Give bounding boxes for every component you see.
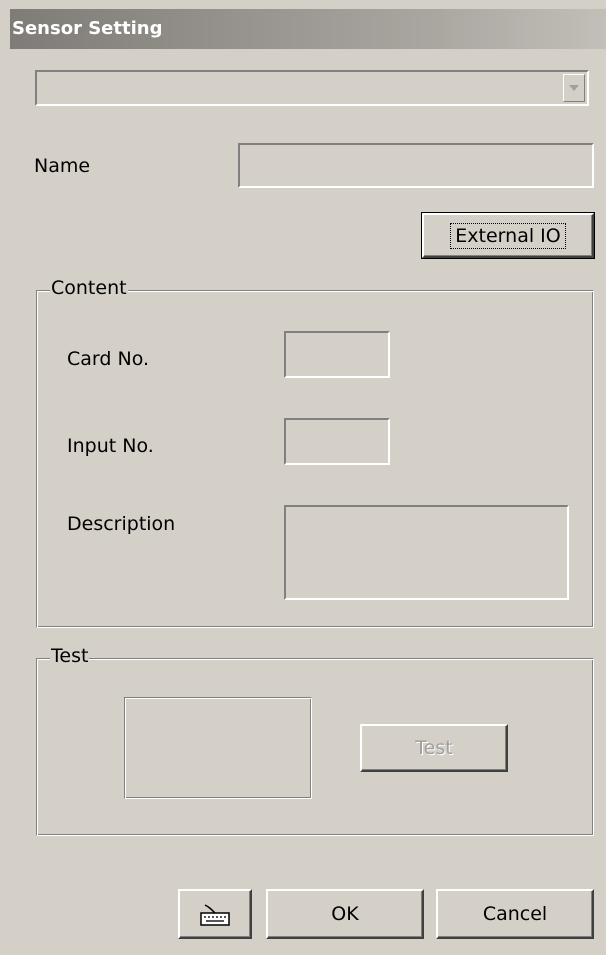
keyboard-button[interactable] bbox=[178, 889, 252, 939]
name-field[interactable] bbox=[238, 143, 594, 188]
keyboard-icon bbox=[200, 904, 230, 926]
description-field[interactable] bbox=[284, 505, 569, 600]
chevron-down-icon bbox=[569, 85, 579, 91]
ok-button[interactable]: OK bbox=[266, 889, 424, 939]
window-title: Sensor Setting bbox=[12, 18, 163, 39]
test-button-label: Test bbox=[415, 737, 453, 759]
test-groupbox bbox=[36, 658, 594, 836]
title-bar: Sensor Setting bbox=[10, 9, 606, 49]
external-io-button[interactable]: External IO bbox=[421, 212, 595, 259]
cancel-label: Cancel bbox=[482, 903, 548, 925]
description-label: Description bbox=[67, 513, 176, 535]
input-no-field[interactable] bbox=[284, 418, 390, 465]
test-button[interactable]: Test bbox=[360, 724, 508, 772]
test-status-box bbox=[124, 697, 312, 799]
name-label: Name bbox=[34, 155, 91, 177]
content-legend: Content bbox=[50, 277, 128, 299]
ok-label: OK bbox=[331, 903, 359, 925]
dropdown-arrow-button[interactable] bbox=[563, 74, 585, 102]
sensor-select[interactable] bbox=[35, 70, 589, 106]
cancel-button[interactable]: Cancel bbox=[436, 889, 594, 939]
card-no-label: Card No. bbox=[67, 348, 150, 370]
external-io-label: External IO bbox=[450, 222, 566, 249]
card-no-field[interactable] bbox=[284, 331, 390, 378]
input-no-label: Input No. bbox=[67, 435, 154, 457]
test-legend: Test bbox=[50, 645, 90, 667]
